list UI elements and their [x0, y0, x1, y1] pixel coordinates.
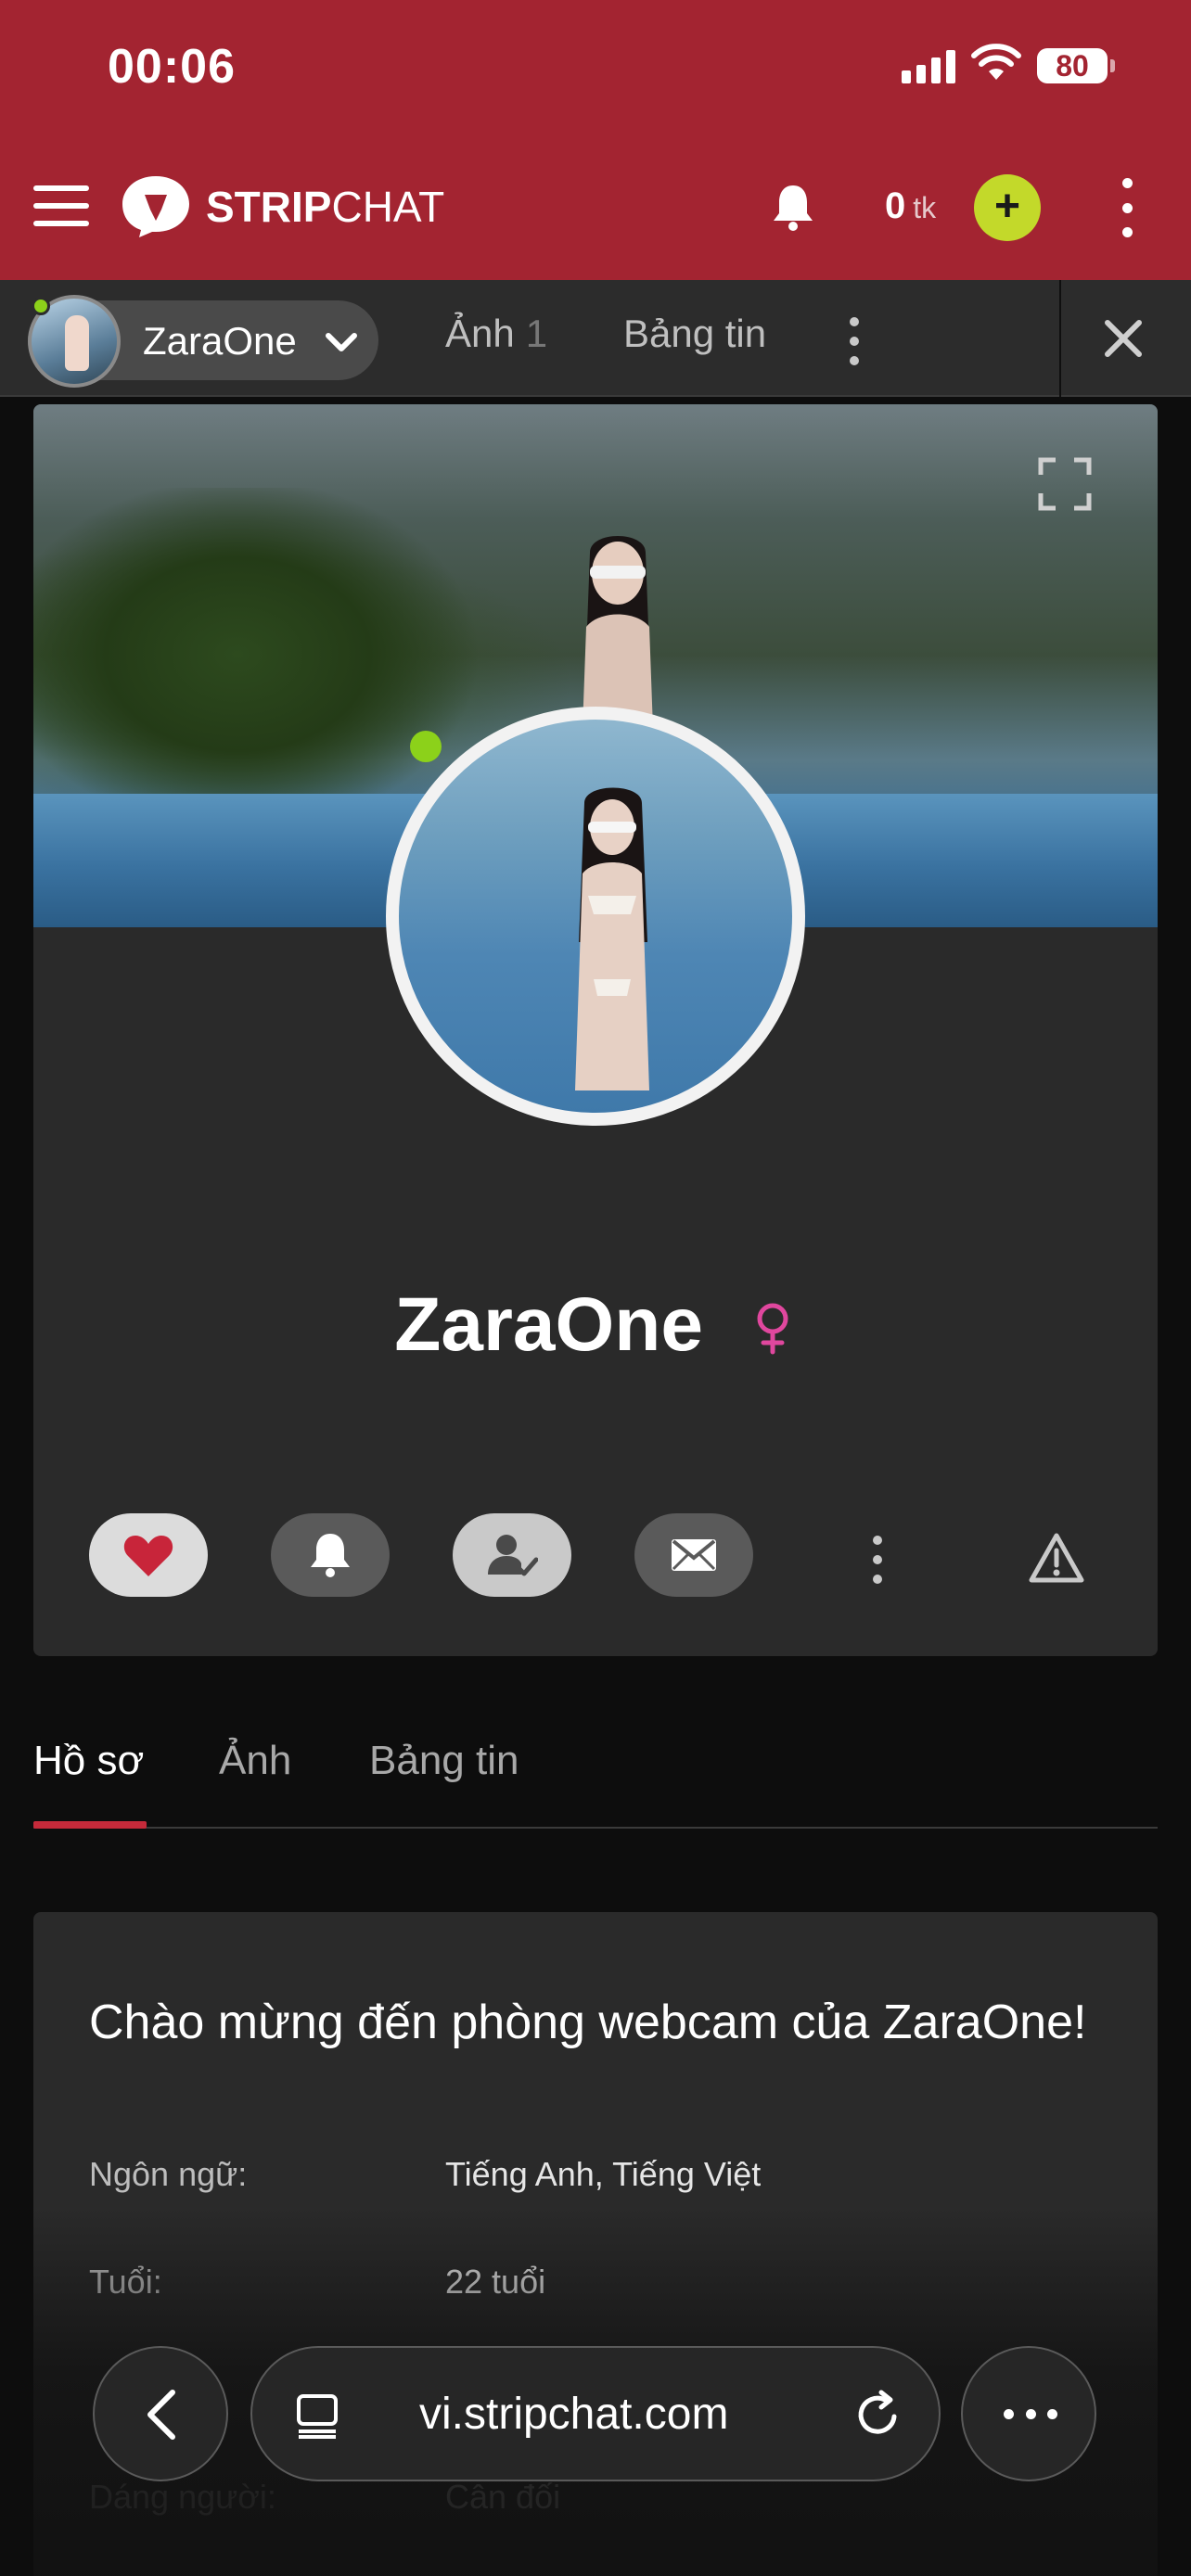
stripchat-logo-icon[interactable] [121, 174, 191, 239]
tab-overview-icon[interactable] [293, 2392, 341, 2441]
user-check-icon [488, 1535, 538, 1576]
profile-avatar[interactable] [386, 707, 805, 1126]
profile-name-row: ZaraOne [33, 1282, 1158, 1369]
model-bar-more-icon[interactable] [844, 317, 864, 365]
browser-back-button[interactable] [93, 2346, 228, 2481]
top-header: 00:06 80 STRIPCHAT 0 tk + [0, 0, 1191, 280]
tab-photos[interactable]: Ảnh [219, 1738, 291, 1784]
favorite-button[interactable] [89, 1513, 208, 1597]
fullscreen-icon[interactable] [1037, 456, 1093, 512]
notifications-bell-icon[interactable] [770, 182, 816, 232]
profile-card: ZaraOne [33, 404, 1158, 1656]
battery-indicator: 80 [1037, 48, 1115, 83]
profile-more-icon[interactable] [868, 1536, 887, 1584]
main-nav: STRIPCHAT 0 tk + [0, 158, 1191, 250]
ellipsis-icon [1004, 2409, 1057, 2420]
model-name: ZaraOne [143, 319, 297, 363]
browser-more-button[interactable] [961, 2346, 1096, 2481]
url-text[interactable]: vi.stripchat.com [419, 2389, 728, 2440]
tab-feed[interactable]: Bảng tin [369, 1738, 519, 1784]
buy-tokens-button[interactable]: + [974, 174, 1041, 241]
brand-name[interactable]: STRIPCHAT [206, 182, 444, 232]
model-bar-tab-photos[interactable]: Ảnh 1 [445, 312, 547, 356]
reload-icon[interactable] [853, 2389, 903, 2441]
heart-icon [123, 1536, 173, 1576]
online-indicator [410, 731, 442, 762]
report-warning-icon[interactable] [1028, 1532, 1085, 1584]
tab-profile[interactable]: Hồ sơ [33, 1738, 144, 1784]
online-indicator [32, 297, 50, 315]
notify-button[interactable] [271, 1513, 390, 1597]
menu-icon[interactable] [33, 185, 89, 226]
bell-icon [311, 1534, 350, 1577]
divider [1059, 280, 1061, 397]
model-bar: ZaraOne Ảnh 1 Bảng tin [0, 280, 1191, 397]
female-gender-icon [757, 1303, 788, 1355]
browser-address-bar[interactable]: vi.stripchat.com [250, 2346, 941, 2481]
profile-tabs: Hồ sơ Ảnh Bảng tin [33, 1727, 1158, 1829]
active-tab-indicator [33, 1821, 147, 1829]
welcome-title: Chào mừng đến phòng webcam của ZaraOne! [89, 1996, 1087, 2049]
token-balance[interactable]: 0 tk [885, 185, 936, 227]
chevron-left-icon [147, 2390, 175, 2440]
wifi-icon [971, 44, 1021, 80]
cellular-signal-icon [902, 46, 957, 83]
subscribe-button[interactable] [453, 1513, 571, 1597]
profile-name: ZaraOne [394, 1282, 703, 1367]
chevron-down-icon [326, 333, 357, 351]
status-time: 00:06 [108, 40, 236, 94]
model-bar-tab-feed[interactable]: Bảng tin [623, 312, 766, 356]
message-button[interactable] [634, 1513, 753, 1597]
model-selector[interactable]: ZaraOne [28, 295, 378, 388]
more-options-icon[interactable] [1113, 178, 1141, 237]
close-icon[interactable] [1100, 315, 1146, 362]
envelope-icon [672, 1539, 716, 1571]
